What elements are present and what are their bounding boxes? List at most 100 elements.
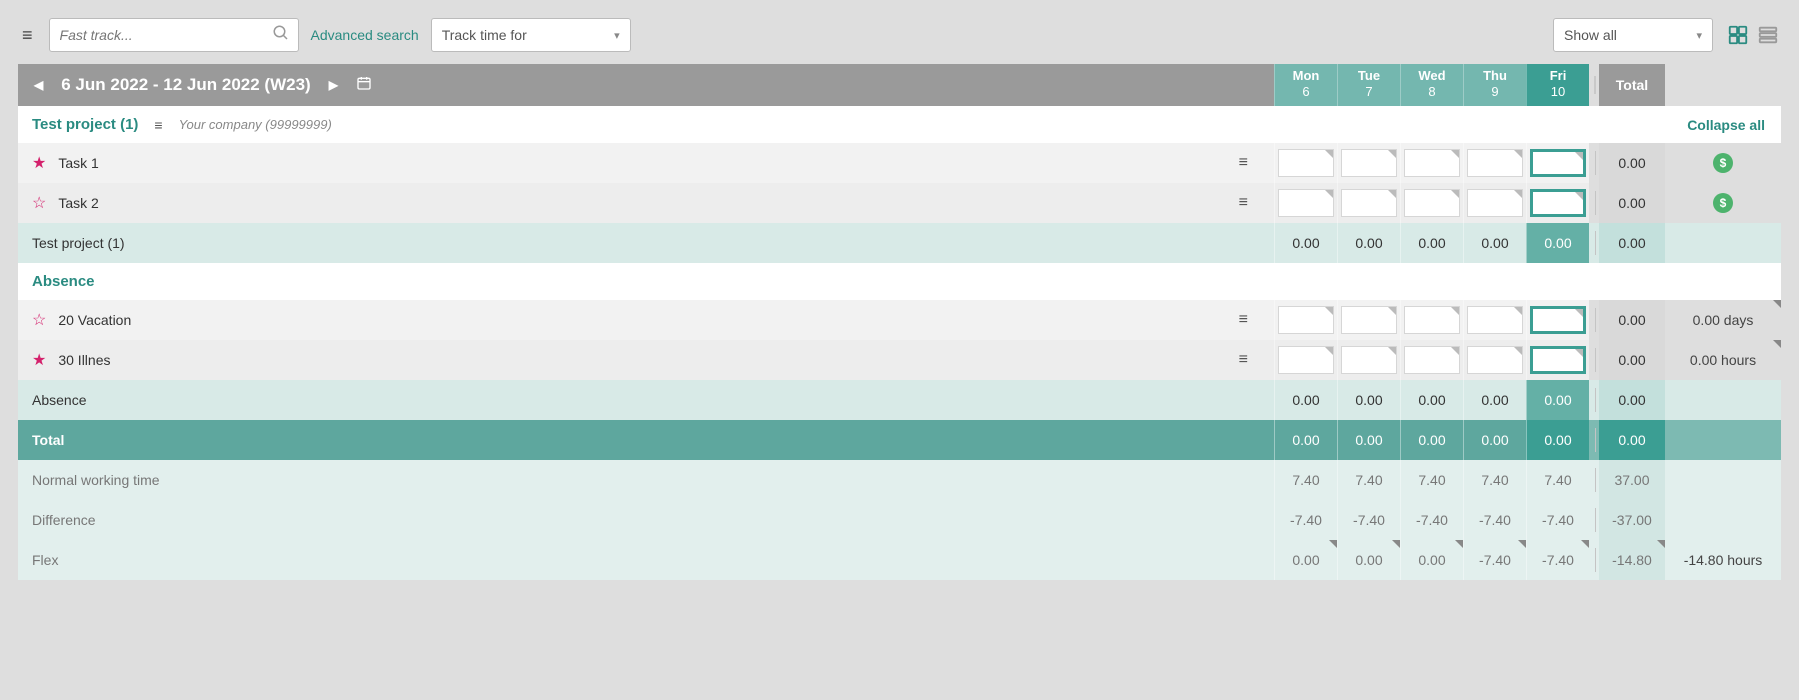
time-input[interactable] — [1530, 346, 1586, 374]
time-input[interactable] — [1530, 306, 1586, 334]
track-time-for-dropdown[interactable]: Track time for — [431, 18, 631, 52]
subtotal-label: Absence — [32, 392, 86, 408]
absence-title[interactable]: Absence — [32, 273, 95, 290]
next-week-icon[interactable]: ▶ — [327, 78, 340, 92]
time-input[interactable] — [1278, 306, 1334, 334]
time-input[interactable] — [1341, 189, 1397, 217]
absence-section-header: Absence — [18, 263, 1781, 300]
view-toggle — [1725, 22, 1781, 48]
day-col-thu[interactable]: Thu9 — [1463, 64, 1526, 106]
cell-value: 0.00 — [1337, 223, 1400, 263]
project-subtitle: Your company (99999999) — [179, 117, 332, 132]
project-title[interactable]: Test project (1) — [32, 116, 138, 133]
end-header — [1665, 64, 1781, 106]
row-total: -37.00 — [1599, 500, 1665, 540]
cell-value: 0.00 — [1526, 380, 1589, 420]
track-time-for-label: Track time for — [442, 27, 527, 43]
cell-value: 0.00 — [1400, 420, 1463, 460]
time-input[interactable] — [1530, 189, 1586, 217]
day-col-wed[interactable]: Wed8 — [1400, 64, 1463, 106]
money-icon[interactable]: $ — [1713, 153, 1733, 173]
list-view-icon[interactable] — [1755, 22, 1781, 48]
date-range-label: 6 Jun 2022 - 12 Jun 2022 (W23) — [61, 75, 310, 95]
row-menu-icon[interactable]: ≡ — [1239, 194, 1260, 212]
gap — [1589, 64, 1599, 106]
row-menu-icon[interactable]: ≡ — [1239, 351, 1260, 369]
day-columns: Mon6 Tue7 Wed8 Thu9 Fri10 — [1274, 64, 1589, 106]
time-input[interactable] — [1341, 346, 1397, 374]
search-input-wrap[interactable] — [49, 18, 299, 52]
topbar: ≡ Advanced search Track time for Show al… — [18, 18, 1781, 52]
collapse-all-link[interactable]: Collapse all — [1687, 117, 1767, 133]
cell-value: 7.40 — [1463, 460, 1526, 500]
time-input[interactable] — [1341, 306, 1397, 334]
day-col-fri[interactable]: Fri10 — [1526, 64, 1589, 106]
cell-value: -7.40 — [1463, 540, 1526, 580]
absence-label: 30 Illnes — [58, 352, 110, 368]
time-input[interactable] — [1278, 189, 1334, 217]
cell-value: 0.00 — [1274, 420, 1337, 460]
row-menu-icon[interactable]: ≡ — [1239, 311, 1260, 329]
absence-row: ☆ 20 Vacation ≡ 0.00 0.00 days — [18, 300, 1781, 340]
row-total: 0.00 — [1599, 380, 1665, 420]
time-input[interactable] — [1467, 189, 1523, 217]
cell-value: -7.40 — [1337, 500, 1400, 540]
search-icon[interactable] — [264, 24, 298, 47]
cell-value: -7.40 — [1274, 500, 1337, 540]
info-label: Flex — [32, 552, 58, 568]
row-unit: 0.00 hours — [1665, 340, 1781, 380]
calendar-icon[interactable] — [356, 75, 372, 96]
row-total: 0.00 — [1599, 300, 1665, 340]
menu-icon[interactable]: ≡ — [18, 25, 37, 46]
task-label: Task 1 — [58, 155, 98, 171]
row-unit: -14.80 hours — [1665, 540, 1781, 580]
time-input[interactable] — [1404, 189, 1460, 217]
time-input[interactable] — [1404, 306, 1460, 334]
time-input[interactable] — [1278, 149, 1334, 177]
absence-row: ★ 30 Illnes ≡ 0.00 0.00 hours — [18, 340, 1781, 380]
star-outline-icon[interactable]: ☆ — [32, 193, 46, 213]
cell-value: 7.40 — [1337, 460, 1400, 500]
grid-view-icon[interactable] — [1725, 22, 1751, 48]
row-total: -14.80 — [1599, 540, 1665, 580]
row-total: 0.00 — [1599, 420, 1665, 460]
search-input[interactable] — [50, 27, 264, 43]
show-all-label: Show all — [1564, 27, 1617, 43]
star-outline-icon[interactable]: ☆ — [32, 310, 46, 330]
cell-value: -7.40 — [1400, 500, 1463, 540]
cell-value: 0.00 — [1400, 223, 1463, 263]
time-input[interactable] — [1404, 346, 1460, 374]
time-input[interactable] — [1467, 306, 1523, 334]
show-all-dropdown[interactable]: Show all — [1553, 18, 1713, 52]
time-input[interactable] — [1341, 149, 1397, 177]
project-section-header: Test project (1) ≡ Your company (9999999… — [18, 106, 1781, 143]
cell-value: -7.40 — [1526, 540, 1589, 580]
project-menu-icon[interactable]: ≡ — [154, 117, 162, 133]
time-input[interactable] — [1467, 149, 1523, 177]
day-col-tue[interactable]: Tue7 — [1337, 64, 1400, 106]
total-row: Total 0.00 0.00 0.00 0.00 0.00 0.00 — [18, 420, 1781, 460]
prev-week-icon[interactable]: ◀ — [32, 78, 45, 92]
advanced-search-link[interactable]: Advanced search — [311, 27, 419, 43]
cell-value: 0.00 — [1400, 380, 1463, 420]
total-header: Total — [1599, 64, 1665, 106]
money-icon[interactable]: $ — [1713, 193, 1733, 213]
time-input[interactable] — [1404, 149, 1460, 177]
date-range-bar: ◀ 6 Jun 2022 - 12 Jun 2022 (W23) ▶ — [18, 64, 1274, 106]
row-menu-icon[interactable]: ≡ — [1239, 154, 1260, 172]
absence-label: 20 Vacation — [58, 312, 131, 328]
star-icon[interactable]: ★ — [32, 350, 46, 370]
cell-value: 7.40 — [1526, 460, 1589, 500]
cell-value: 0.00 — [1337, 540, 1400, 580]
time-input[interactable] — [1278, 346, 1334, 374]
cell-value: 0.00 — [1337, 420, 1400, 460]
subtotal-label: Test project (1) — [32, 235, 125, 251]
time-input[interactable] — [1530, 149, 1586, 177]
time-input[interactable] — [1467, 346, 1523, 374]
row-total: 0.00 — [1599, 223, 1665, 263]
star-icon[interactable]: ★ — [32, 153, 46, 173]
row-total: 0.00 — [1599, 183, 1665, 223]
cell-value: 0.00 — [1274, 380, 1337, 420]
day-col-mon[interactable]: Mon6 — [1274, 64, 1337, 106]
info-label: Difference — [32, 512, 96, 528]
